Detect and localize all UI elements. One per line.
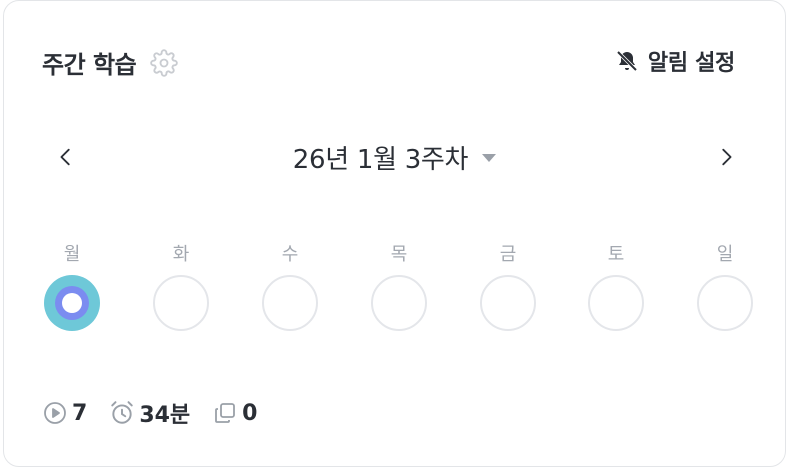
day-thu: 목	[369, 241, 429, 331]
plays-value: 7	[72, 400, 88, 426]
day-label: 목	[390, 244, 408, 265]
stats-row: 7 34분 0	[42, 397, 279, 429]
day-status-empty[interactable]	[697, 275, 753, 331]
next-week-button[interactable]	[710, 141, 742, 173]
day-status-empty[interactable]	[262, 275, 318, 331]
day-label: 금	[499, 244, 517, 265]
alarm-clock-icon	[109, 400, 135, 426]
card-header: 주간 학습	[42, 45, 178, 80]
day-label: 화	[172, 244, 190, 265]
day-status-empty[interactable]	[153, 275, 209, 331]
day-wed: 수	[260, 241, 320, 331]
bell-off-icon	[614, 48, 640, 74]
day-label: 토	[607, 244, 625, 265]
gear-icon[interactable]	[150, 48, 178, 77]
progress-dot	[55, 286, 89, 320]
day-label: 일	[716, 244, 734, 265]
day-label: 월	[63, 244, 81, 265]
alarm-settings-button[interactable]: 알림 설정	[614, 45, 735, 77]
copy-icon	[212, 400, 238, 426]
caret-down-icon	[482, 153, 497, 162]
day-sun: 일	[695, 241, 755, 331]
cards-value: 0	[242, 400, 258, 426]
week-selector[interactable]: 26년 1월 3주차	[4, 139, 785, 176]
play-circle-icon	[42, 400, 68, 426]
day-tue: 화	[151, 241, 211, 331]
day-sat: 토	[586, 241, 646, 331]
card-title: 주간 학습	[42, 51, 137, 79]
week-label: 26년 1월 3주차	[292, 145, 469, 175]
alarm-settings-label: 알림 설정	[647, 51, 735, 76]
day-status-empty[interactable]	[588, 275, 644, 331]
day-fri: 금	[478, 241, 538, 331]
day-status-empty[interactable]	[480, 275, 536, 331]
day-status-active[interactable]	[44, 275, 100, 331]
day-label: 수	[281, 244, 299, 265]
weekly-study-card: 주간 학습 알림 설정 26년 1월 3주차 월 화 수 목 금 토 일 7 3…	[3, 0, 786, 467]
stat-cards: 0	[212, 400, 257, 426]
chevron-right-icon	[722, 148, 732, 166]
time-value: 34분	[139, 403, 191, 428]
weekday-row: 월 화 수 목 금 토 일	[42, 241, 758, 341]
day-mon: 월	[42, 241, 102, 331]
stat-plays: 7	[42, 400, 87, 426]
stat-time: 34분	[109, 397, 190, 429]
day-status-empty[interactable]	[371, 275, 427, 331]
